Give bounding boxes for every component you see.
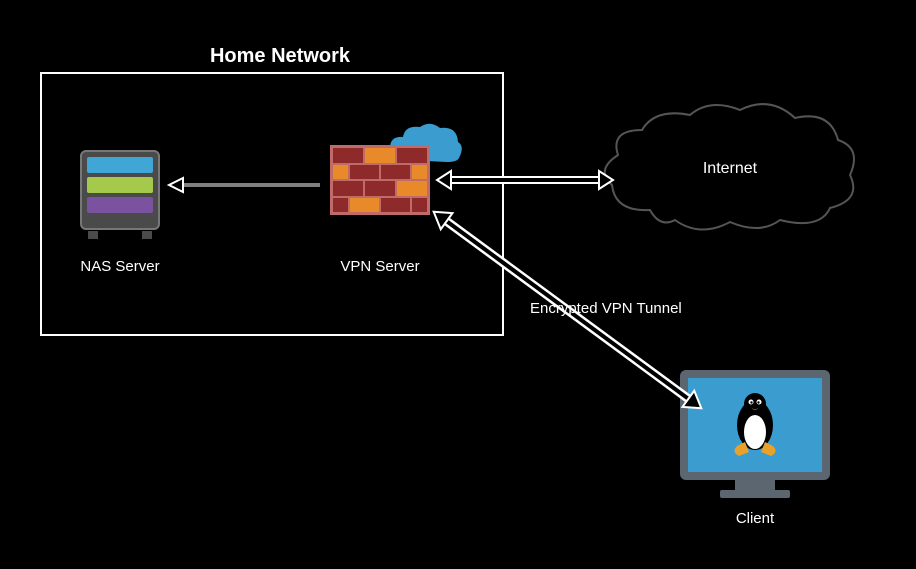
tux-penguin-icon <box>725 390 785 460</box>
home-network-title: Home Network <box>180 45 380 68</box>
vpn-tunnel-label: Encrypted VPN Tunnel <box>530 300 730 317</box>
arrow-internet-vpn <box>435 165 615 195</box>
nas-server-label: NAS Server <box>70 258 170 275</box>
vpn-server-label: VPN Server <box>330 258 430 275</box>
internet-label: Internet <box>685 160 775 178</box>
nas-server-icon <box>80 150 160 245</box>
arrow-vpn-to-nas <box>165 175 325 195</box>
vpn-server-icon <box>330 145 430 215</box>
client-label: Client <box>710 510 800 527</box>
